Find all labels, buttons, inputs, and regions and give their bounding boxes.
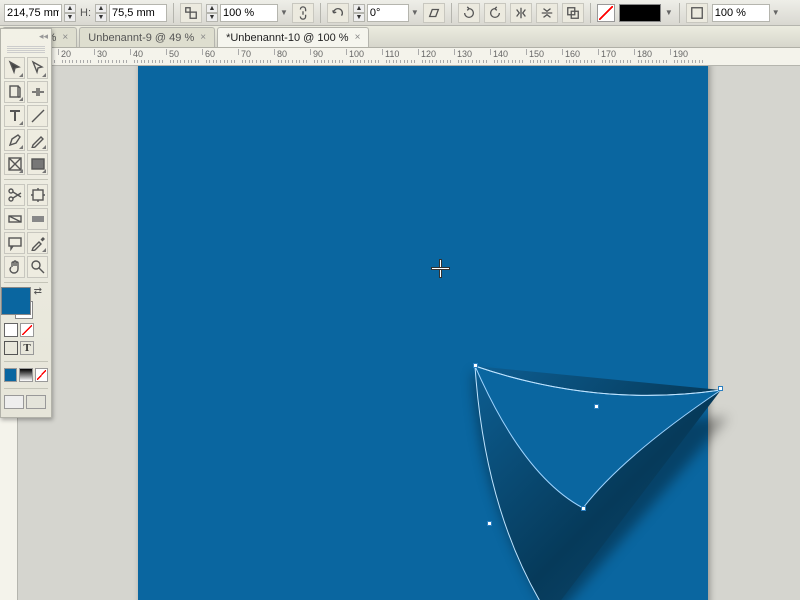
formatting-text-icon[interactable]: T (20, 341, 34, 355)
control-handle[interactable] (581, 506, 586, 511)
type-tool[interactable] (4, 105, 25, 127)
angle-field[interactable]: ▲▼ ▼ (353, 3, 419, 23)
apply-gradient-icon[interactable] (19, 368, 32, 382)
arrange-icon[interactable] (562, 3, 584, 23)
default-colors-icon[interactable] (4, 323, 18, 337)
free-transform-tool[interactable] (27, 184, 48, 206)
swap-fill-stroke-icon[interactable]: ⇄ (34, 286, 42, 297)
line-tool[interactable] (27, 105, 48, 127)
screen-mode-preview-icon[interactable] (26, 395, 46, 409)
no-color-icon[interactable] (20, 323, 34, 337)
toolbox-panel[interactable]: ◂◂ ⇄ T (0, 28, 52, 418)
canvas[interactable] (18, 66, 800, 600)
shear-icon[interactable] (423, 3, 445, 23)
rotate-cw-icon[interactable] (484, 3, 506, 23)
document-tabstrip: @ 100 % × Unbenannt-9 @ 49 % × *Unbenann… (0, 26, 800, 48)
close-icon[interactable]: × (62, 32, 68, 43)
note-tool[interactable] (4, 232, 25, 254)
property-bar: ▲▼ H: ▲▼ ▲▼ ▼ ▲▼ ▼ ▼ ▼ (0, 0, 800, 26)
document-tab-2[interactable]: Unbenannt-9 @ 49 % × (79, 27, 215, 47)
fill-color-swatch[interactable]: ⇄ (1, 287, 31, 315)
crosshair-cursor-icon (432, 260, 449, 277)
anchor-handle[interactable] (473, 363, 478, 368)
page-tool[interactable] (4, 81, 25, 103)
height-input[interactable] (109, 4, 167, 22)
direct-select-tool[interactable] (27, 57, 48, 79)
select-tool[interactable] (4, 57, 25, 79)
gradient-swatch-tool[interactable] (4, 208, 25, 230)
pencil-tool[interactable] (27, 129, 48, 151)
rotate-icon[interactable] (327, 3, 349, 23)
panel-collapse-icon[interactable]: ◂◂ (1, 29, 51, 44)
height-label: H: (80, 7, 91, 19)
pen-tool[interactable] (4, 129, 25, 151)
screen-mode-normal-icon[interactable] (4, 395, 24, 409)
width-spin-up[interactable]: ▲ (64, 4, 76, 13)
height-field[interactable]: ▲▼ (95, 3, 167, 23)
width-input[interactable] (4, 4, 62, 22)
height-spin-up[interactable]: ▲ (95, 4, 107, 13)
zoom-tool[interactable] (27, 256, 48, 278)
effects-icon[interactable] (686, 3, 708, 23)
gradient-feather-tool[interactable] (27, 208, 48, 230)
scissors-tool[interactable] (4, 184, 25, 206)
link-scale-icon[interactable] (292, 3, 314, 23)
anchor-handle[interactable] (718, 386, 723, 391)
workspace: 1020304050607080901001101201301401501601… (0, 48, 800, 600)
panel-grip[interactable] (7, 46, 45, 53)
eyedropper-tool[interactable] (27, 232, 48, 254)
width-field[interactable]: ▲▼ (4, 3, 76, 23)
apply-none-icon[interactable] (35, 368, 48, 382)
close-icon[interactable]: × (200, 32, 206, 43)
pagecurl-shadow (463, 322, 743, 600)
width-spin-down[interactable]: ▼ (64, 13, 76, 22)
ruler-horizontal[interactable]: 1020304050607080901001101201301401501601… (18, 48, 800, 66)
height-spin-down[interactable]: ▼ (95, 13, 107, 22)
control-handle[interactable] (487, 521, 492, 526)
apply-color-icon[interactable] (4, 368, 17, 382)
opacity-field[interactable]: ▼ (712, 3, 780, 23)
gap-tool[interactable] (27, 81, 48, 103)
stroke-none-icon[interactable] (597, 4, 615, 22)
fill-stroke-indicator[interactable]: ⇄ (1, 287, 47, 321)
formatting-container-icon[interactable] (4, 341, 18, 355)
control-handle[interactable] (594, 404, 599, 409)
frame-tool[interactable] (4, 153, 25, 175)
document-tab-3[interactable]: *Unbenannt-10 @ 100 % × (217, 27, 369, 47)
flip-h-icon[interactable] (510, 3, 532, 23)
rotate-ccw-icon[interactable] (458, 3, 480, 23)
flip-v-icon[interactable] (536, 3, 558, 23)
scale-x-field[interactable]: ▲▼ ▼ (206, 3, 288, 23)
hand-tool[interactable] (4, 256, 25, 278)
scale-proportional-icon[interactable] (180, 3, 202, 23)
close-icon[interactable]: × (355, 32, 361, 43)
rectangle-tool[interactable] (27, 153, 48, 175)
fill-swatch[interactable] (619, 4, 661, 22)
